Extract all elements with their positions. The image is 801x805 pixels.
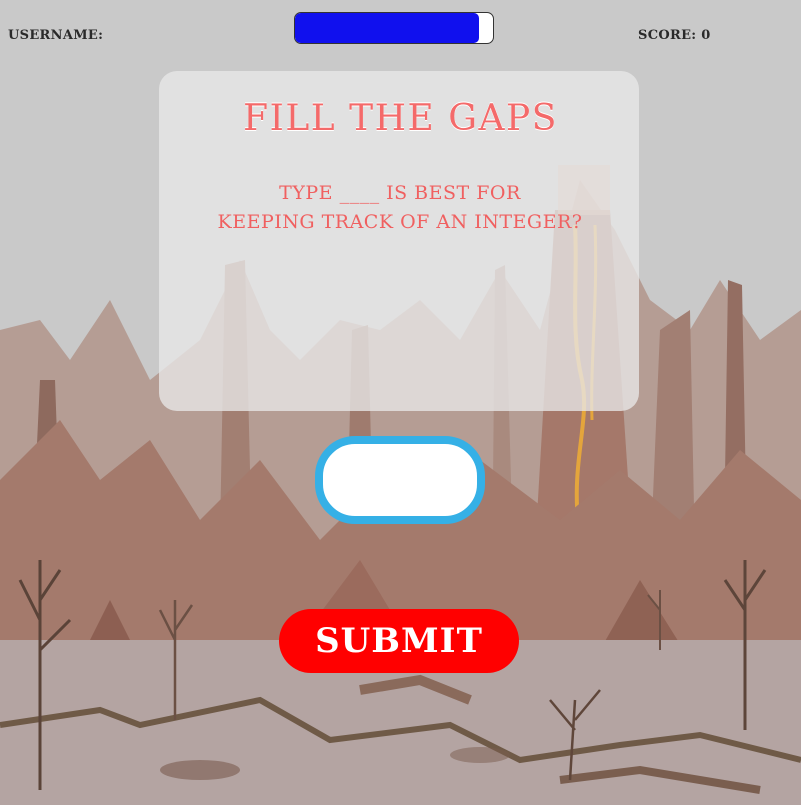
username-label: USERNAME: [8,28,104,43]
submit-button[interactable]: SUBMIT [279,609,519,673]
game-screen: USERNAME: SCORE: 0 FILL THE GAPS TYPE __… [0,0,801,805]
question-text-line-2: KEEPING TRACK OF AN INTEGER? [217,211,583,233]
question-text-line-1: TYPE ____ IS BEST FOR [279,182,521,204]
timer-bar-fill [295,13,480,43]
game-title: FILL THE GAPS [243,98,558,139]
answer-input[interactable] [315,436,485,524]
timer-bar [294,12,494,44]
score-label: SCORE: 0 [638,28,711,43]
